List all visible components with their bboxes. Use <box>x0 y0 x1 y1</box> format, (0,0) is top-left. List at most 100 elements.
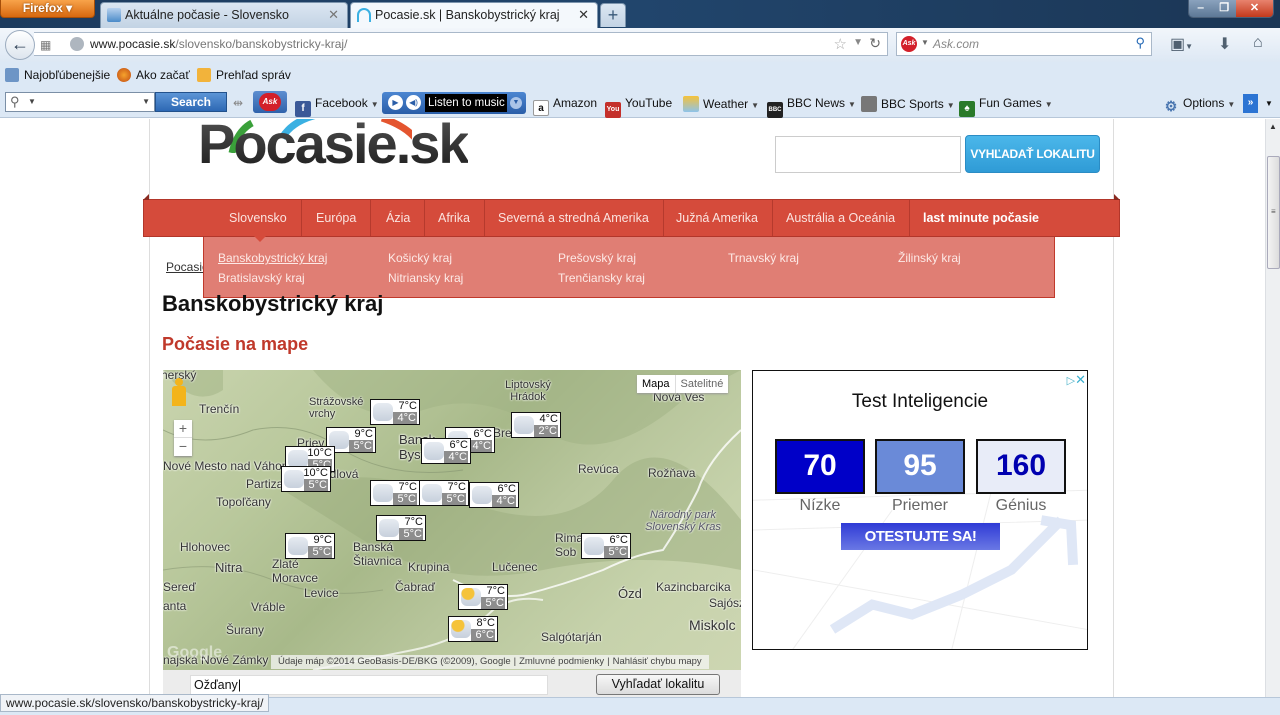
map-type-satellite[interactable]: Satelitné <box>674 375 729 393</box>
nav-last-minute[interactable]: last minute počasie <box>909 200 1053 236</box>
history-dropdown-icon[interactable]: ▼ <box>853 37 863 48</box>
identity-box-icon[interactable]: ▦ <box>40 38 51 52</box>
scrollbar-thumb[interactable]: ≡ <box>1267 156 1280 269</box>
weather-marker[interactable]: 7°C 5°C <box>376 515 426 541</box>
firefox-menu-button[interactable]: Firefox ▾ <box>0 0 95 18</box>
weather-marker[interactable]: 9°C 5°C <box>285 533 335 559</box>
maximize-button[interactable]: ❐ <box>1212 0 1236 17</box>
url-bar[interactable]: ▦ www.pocasie.sk/slovensko/banskobystric… <box>34 32 888 56</box>
map-location-input[interactable]: Ožďany| <box>190 675 548 695</box>
search-bar[interactable]: Ask ▼ Ask.com ⚲ <box>896 32 1152 56</box>
zoom-in-button[interactable]: + <box>174 420 192 438</box>
site-favicon-icon <box>107 8 121 22</box>
ad-choices-icon[interactable]: ▷✕ <box>1067 372 1086 388</box>
home-icon[interactable]: ⌂ <box>1253 34 1263 52</box>
nav-azia[interactable]: Ázia <box>372 200 426 236</box>
tab-pocasie-banskobystricky[interactable]: Pocasie.sk | Banskobystrický kraj ✕ <box>350 2 598 28</box>
tab-aktualne-pocasie[interactable]: Aktuálne počasie - Slovensko ✕ <box>100 2 348 28</box>
weather-marker[interactable]: 6°C 4°C <box>469 482 519 508</box>
tab-close-icon[interactable]: ✕ <box>578 3 589 27</box>
music-label[interactable]: Listen to music <box>425 94 507 112</box>
bbc-news-icon: BBC <box>767 102 783 118</box>
bookmark-ako-zacat[interactable]: Ako začať <box>117 68 190 82</box>
back-button[interactable]: ← <box>5 30 35 60</box>
close-window-button[interactable]: ✕ <box>1235 0 1273 17</box>
map-report-link[interactable]: Nahlásiť chybu mapy <box>613 656 702 667</box>
weather-marker[interactable]: 6°C 5°C <box>581 533 631 559</box>
chevron-down-icon[interactable]: ▼ <box>510 97 522 109</box>
weather-marker[interactable]: 7°C 5°C <box>419 480 469 506</box>
submenu-banskobystricky[interactable]: Banskobystrický kraj <box>218 251 327 265</box>
search-input[interactable]: Ask.com <box>933 37 979 51</box>
weather-icon <box>683 96 699 112</box>
play-icon[interactable]: ▶ <box>388 95 403 110</box>
toolbar-bbc-sports[interactable]: BBC Sports ▼ <box>861 96 955 112</box>
street-view-pegman-icon[interactable] <box>169 378 189 406</box>
toolbar-bbc-news[interactable]: BBC BBC News ▼ <box>767 96 856 118</box>
engine-dropdown-icon[interactable]: ▼ <box>921 38 929 47</box>
bookmark-prehlad-sprav[interactable]: Prehľad správ <box>197 68 291 82</box>
map-type-map[interactable]: Mapa <box>637 375 675 393</box>
downloads-icon[interactable]: ⬇ <box>1218 34 1231 54</box>
volume-icon[interactable]: ◀) <box>406 95 421 110</box>
submenu-zilinsky[interactable]: Žilinský kraj <box>898 251 961 265</box>
nav-severna-amerika[interactable]: Severná a stredná Amerika <box>484 200 664 236</box>
zoom-out-button[interactable]: − <box>174 438 192 456</box>
bookmark-najoblubenejsie[interactable]: Najobľúbenejšie <box>5 68 110 82</box>
nav-europa[interactable]: Európa <box>302 200 372 236</box>
map-search-button[interactable]: Vyhľadať lokalitu <box>596 674 720 695</box>
music-player[interactable]: ▶ ◀) Listen to music ▼ <box>382 92 526 114</box>
location-search-input[interactable] <box>775 136 961 173</box>
weather-marker[interactable]: 7°C 5°C <box>458 584 508 610</box>
ask-search-button[interactable]: Search <box>155 92 227 112</box>
new-tab-button[interactable]: + <box>600 3 626 27</box>
weather-marker[interactable]: 6°C 4°C <box>421 438 471 464</box>
nav-slovensko[interactable]: Slovensko <box>215 200 302 236</box>
submenu-trenciansky[interactable]: Trenčiansky kraj <box>558 271 645 285</box>
ask-search-input[interactable]: ⚲ ▼ ▼ <box>5 92 155 112</box>
bookmark-star-icon[interactable]: ☆ <box>834 35 847 53</box>
toolbar-weather[interactable]: Weather ▼ <box>683 96 759 112</box>
weather-marker[interactable]: 10°C 5°C <box>281 466 331 492</box>
toolbar-amazon[interactable]: a Amazon <box>533 96 597 116</box>
nav-afrika[interactable]: Afrika <box>424 200 485 236</box>
toolbar-fun-games[interactable]: ♠ Fun Games ▼ <box>959 96 1053 117</box>
site-logo[interactable]: Pocasie.sk <box>198 119 470 176</box>
tab-close-icon[interactable]: ✕ <box>328 3 339 27</box>
ask-engine-icon[interactable]: Ask <box>901 36 917 52</box>
toolbar-options[interactable]: ⚙ Options ▼ <box>1163 96 1236 114</box>
url-text[interactable]: www.pocasie.sk/slovensko/banskobystricky… <box>90 37 347 51</box>
nav-juzna-amerika[interactable]: Južná Amerika <box>662 200 773 236</box>
weather-map[interactable]: herský Trenčín Strážovské vrchy Liptovsk… <box>163 370 741 670</box>
toolbar-overflow-button[interactable]: » <box>1243 94 1258 113</box>
weather-marker[interactable]: 7°C 4°C <box>370 399 420 425</box>
search-location-button[interactable]: VYHĽADAŤ LOKALITU <box>965 135 1100 173</box>
nav-australia[interactable]: Austrália a Oceánia <box>772 200 911 236</box>
toolbar-youtube[interactable]: You YouTube <box>605 96 672 118</box>
minimize-button[interactable]: ‒ <box>1189 0 1213 17</box>
ad-close-icon[interactable]: ✕ <box>1075 372 1086 387</box>
toolbar-resize-handle[interactable]: ⇹ <box>233 96 243 110</box>
ask-logo-button[interactable]: Ask <box>253 91 287 113</box>
map-city: Ózd <box>618 586 642 601</box>
submenu-presovsky[interactable]: Prešovský kraj <box>558 251 636 265</box>
weather-marker[interactable]: 7°C 5°C <box>370 480 420 506</box>
submenu-bratislavsky[interactable]: Bratislavský kraj <box>218 271 305 285</box>
chevron-down-icon[interactable]: ▼ <box>142 97 150 106</box>
chevron-down-icon[interactable]: ▼ <box>28 97 36 106</box>
search-icon[interactable]: ⚲ <box>1135 35 1145 51</box>
weather-marker[interactable]: 4°C 2°C <box>511 412 561 438</box>
page-scrollbar[interactable]: ▲ ≡ <box>1265 119 1280 697</box>
advertisement[interactable]: Test Inteligencie 70 95 160 Nízke Prieme… <box>752 370 1088 650</box>
submenu-nitriansky[interactable]: Nitriansky kraj <box>388 271 463 285</box>
reload-icon[interactable]: ↻ <box>869 35 881 52</box>
submenu-kosicky[interactable]: Košický kraj <box>388 251 452 265</box>
chevron-down-icon[interactable]: ▼ <box>1265 99 1273 108</box>
map-terms-link[interactable]: Zmluvné podmienky <box>519 656 604 667</box>
bookmarks-menu-icon[interactable]: ▣▼ <box>1170 34 1193 54</box>
weather-marker[interactable]: 8°C 6°C <box>448 616 498 642</box>
submenu-trnavsky[interactable]: Trnavský kraj <box>728 251 799 265</box>
scroll-up-icon[interactable]: ▲ <box>1269 122 1277 131</box>
toolbar-facebook[interactable]: f Facebook ▼ <box>295 96 379 117</box>
ad-cta-button[interactable]: OTESTUJTE SA! <box>841 523 1000 550</box>
